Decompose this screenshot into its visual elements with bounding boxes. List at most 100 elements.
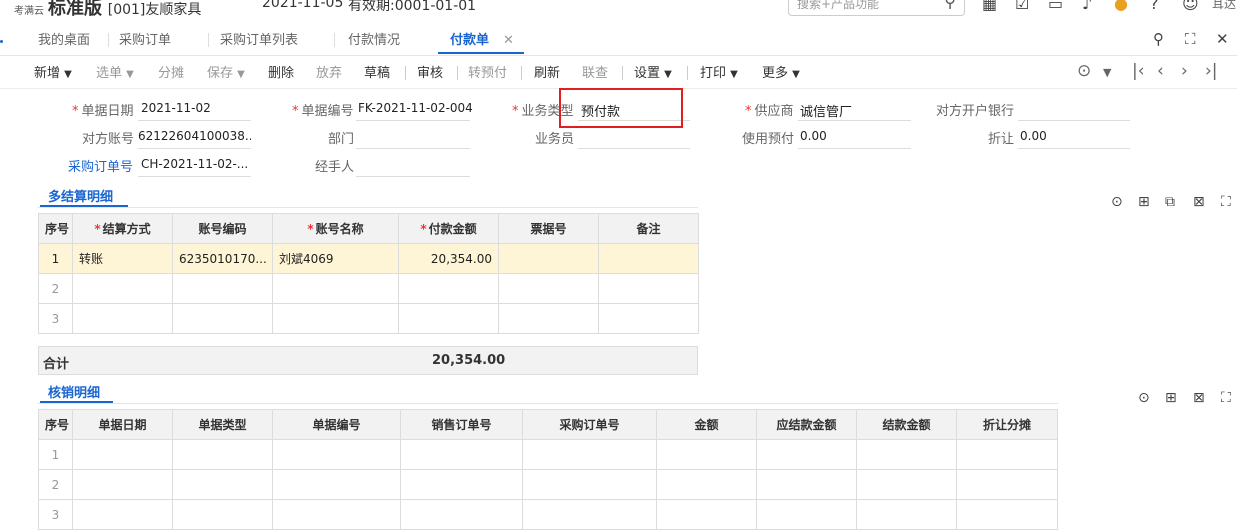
table-cell[interactable] xyxy=(72,499,173,530)
close-icon[interactable]: ✕ xyxy=(1216,30,1229,48)
table-cell[interactable] xyxy=(400,439,523,470)
doc-date-field[interactable]: 2021-11-02 xyxy=(141,101,211,115)
table-cell[interactable] xyxy=(272,469,401,500)
table-cell[interactable] xyxy=(272,439,401,470)
doc-no-field[interactable]: FK-2021-11-02-004 xyxy=(358,101,473,115)
table-cell[interactable] xyxy=(498,303,599,334)
table-cell[interactable] xyxy=(498,273,599,304)
select-doc-button[interactable]: 选单 ▼ xyxy=(96,62,134,81)
first-record-icon[interactable]: |‹ xyxy=(1132,61,1145,81)
prev-record-icon[interactable]: ‹ xyxy=(1157,61,1164,81)
table-cell[interactable] xyxy=(756,499,857,530)
last-record-icon[interactable]: ›| xyxy=(1205,61,1218,81)
print-button[interactable]: 打印 ▼ xyxy=(700,62,738,81)
new-button[interactable]: 新增 ▼ xyxy=(34,62,72,81)
fullscreen-icon[interactable]: ⛶ xyxy=(1221,390,1231,406)
table-cell[interactable] xyxy=(956,439,1058,470)
audit-button[interactable]: 审核 xyxy=(417,62,443,81)
discard-button[interactable]: 放弃 xyxy=(316,62,342,81)
tab-close-icon[interactable]: ✕ xyxy=(503,28,514,54)
bell-icon[interactable]: ♪ xyxy=(1082,0,1092,13)
tab-payment-voucher[interactable]: 付款单 xyxy=(450,28,489,54)
table-cell[interactable]: 刘斌4069 xyxy=(272,243,399,274)
tab-payment-status[interactable]: 付款情况 xyxy=(348,28,400,54)
linked-query-button[interactable]: 联查 xyxy=(582,62,608,81)
discount-field[interactable]: 0.00 xyxy=(1020,129,1047,143)
table-cell[interactable]: 6235010170... xyxy=(172,243,273,274)
table-cell[interactable] xyxy=(398,273,499,304)
delete-row-icon[interactable]: ⊠ xyxy=(1193,194,1205,210)
table-cell[interactable] xyxy=(172,303,273,334)
search-icon[interactable]: ⚲ xyxy=(1153,30,1164,48)
table-cell[interactable] xyxy=(856,499,957,530)
copy-row-icon[interactable]: ⧉ xyxy=(1165,194,1175,210)
table-cell[interactable] xyxy=(498,243,599,274)
table-cell[interactable] xyxy=(400,499,523,530)
table-cell[interactable] xyxy=(72,439,173,470)
table-row[interactable]: 2 xyxy=(38,469,1058,500)
add-row-icon[interactable]: ⊞ xyxy=(1138,194,1150,210)
table-cell[interactable] xyxy=(72,469,173,500)
table-row[interactable]: 2 xyxy=(38,273,699,304)
next-record-icon[interactable]: › xyxy=(1181,61,1188,81)
writeoff-section-title[interactable]: 核销明细 xyxy=(48,382,100,401)
chevron-down-icon[interactable]: ▼ xyxy=(1103,66,1111,79)
add-row-icon[interactable]: ⊞ xyxy=(1165,390,1177,406)
po-field[interactable]: CH-2021-11-02-... xyxy=(141,157,251,171)
calculator-icon[interactable]: ▦ xyxy=(982,0,997,13)
table-cell[interactable] xyxy=(272,273,399,304)
table-cell[interactable] xyxy=(956,469,1058,500)
po-link[interactable]: 采购订单号 xyxy=(68,156,133,175)
to-prepay-button[interactable]: 转预付 xyxy=(468,62,507,81)
table-row[interactable]: 1 xyxy=(38,439,1058,470)
save-button[interactable]: 保存 ▼ xyxy=(207,62,245,81)
supplier-field[interactable]: 诚信管厂 xyxy=(800,101,852,120)
table-cell[interactable] xyxy=(398,303,499,334)
table-cell[interactable] xyxy=(72,273,173,304)
delete-button[interactable]: 删除 xyxy=(268,62,294,81)
table-cell[interactable] xyxy=(598,303,699,334)
user-icon[interactable]: ☺ xyxy=(1182,0,1199,13)
location-icon[interactable]: ⊙ xyxy=(1111,194,1123,210)
table-row[interactable]: 1 转账 6235010170... 刘斌4069 20,354.00 xyxy=(38,243,699,274)
maximize-icon[interactable]: ⛶ xyxy=(1185,30,1196,48)
table-cell[interactable] xyxy=(172,499,273,530)
location-icon[interactable]: ⊙ xyxy=(1138,390,1150,406)
table-cell[interactable] xyxy=(956,499,1058,530)
table-row[interactable]: 3 xyxy=(38,499,1058,530)
draft-button[interactable]: 草稿 xyxy=(364,62,390,81)
table-cell[interactable] xyxy=(172,439,273,470)
search-icon[interactable]: ⚲ xyxy=(944,0,956,11)
table-cell[interactable]: 20,354.00 xyxy=(398,243,499,274)
table-cell[interactable] xyxy=(756,469,857,500)
table-cell[interactable] xyxy=(272,303,399,334)
view-icon[interactable]: ⊙ xyxy=(1077,61,1091,81)
tab-my-desktop[interactable]: 我的桌面 xyxy=(38,28,90,54)
mascot-icon[interactable]: ● xyxy=(1114,0,1128,13)
table-cell[interactable] xyxy=(400,469,523,500)
table-cell[interactable] xyxy=(172,273,273,304)
table-row[interactable]: 3 xyxy=(38,303,699,334)
checklist-icon[interactable]: ☑ xyxy=(1015,0,1029,13)
table-cell[interactable] xyxy=(598,273,699,304)
delete-row-icon[interactable]: ⊠ xyxy=(1193,390,1205,406)
table-cell[interactable] xyxy=(598,243,699,274)
help-icon[interactable]: ? xyxy=(1150,0,1159,13)
account-field[interactable]: 62122604100038... xyxy=(138,129,251,143)
table-cell[interactable] xyxy=(522,439,657,470)
table-cell[interactable] xyxy=(656,469,757,500)
table-cell[interactable] xyxy=(756,439,857,470)
table-cell[interactable] xyxy=(656,499,757,530)
table-cell[interactable]: 转账 xyxy=(72,243,173,274)
table-cell[interactable] xyxy=(72,303,173,334)
table-cell[interactable] xyxy=(172,469,273,500)
prepay-used-field[interactable]: 0.00 xyxy=(800,129,827,143)
more-button[interactable]: 更多 ▼ xyxy=(762,62,800,81)
table-cell[interactable] xyxy=(522,499,657,530)
fullscreen-icon[interactable]: ⛶ xyxy=(1221,194,1231,210)
table-cell[interactable] xyxy=(856,439,957,470)
settlement-section-title[interactable]: 多结算明细 xyxy=(48,186,113,205)
refresh-button[interactable]: 刷新 xyxy=(534,62,560,81)
table-cell[interactable] xyxy=(522,469,657,500)
tab-purchase-order-list[interactable]: 采购订单列表 xyxy=(220,28,298,54)
